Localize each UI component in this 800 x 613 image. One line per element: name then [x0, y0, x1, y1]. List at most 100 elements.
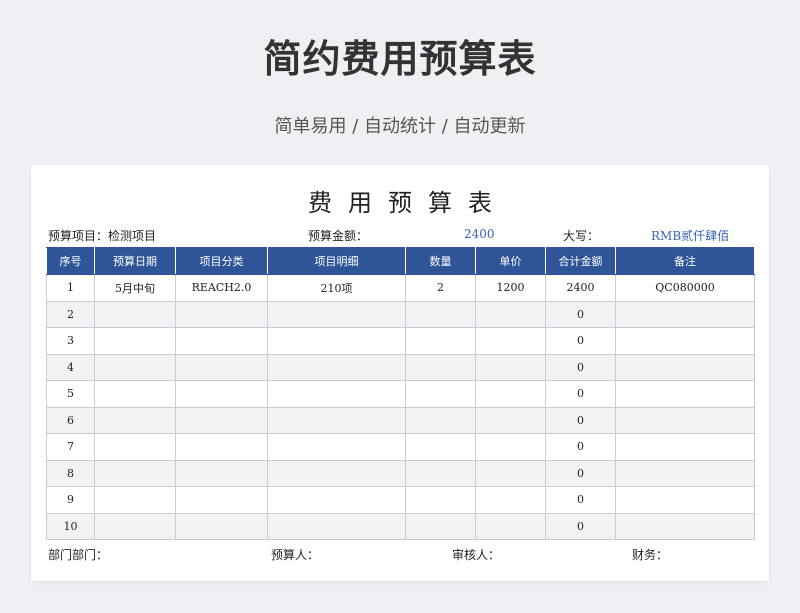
table-cell[interactable] — [175, 512, 268, 540]
table-cell[interactable] — [94, 300, 176, 328]
table-cell[interactable]: 4 — [46, 353, 95, 381]
table-cell[interactable]: 0 — [545, 406, 616, 434]
table-cell[interactable] — [267, 327, 406, 355]
table-cell[interactable] — [94, 406, 176, 434]
table-cell[interactable] — [475, 406, 546, 434]
table-cell[interactable]: 6 — [46, 406, 95, 434]
table-cell[interactable] — [267, 406, 406, 434]
table-cell[interactable]: 0 — [545, 512, 616, 540]
table-body: 1 5月中旬 REACH2.0 210项 2 1200 2400 QC080000 2 0 3 0 4 0… — [46, 274, 755, 540]
table-cell[interactable] — [94, 327, 176, 355]
table-cell[interactable] — [405, 353, 476, 381]
table-cell[interactable]: 1 — [46, 274, 95, 302]
table-cell[interactable] — [267, 300, 406, 328]
table-cell[interactable] — [94, 486, 176, 514]
column-header: 项目分类 — [175, 247, 268, 275]
table-cell[interactable]: 9 — [46, 486, 95, 514]
table-cell[interactable] — [94, 459, 176, 487]
table-cell[interactable] — [405, 406, 476, 434]
table-cell[interactable] — [267, 353, 406, 381]
table-cell[interactable] — [615, 512, 755, 540]
table-cell[interactable]: 5月中旬 — [94, 274, 176, 302]
table-cell[interactable] — [475, 300, 546, 328]
table-row: 1 5月中旬 REACH2.0 210项 2 1200 2400 QC080000 — [46, 274, 755, 302]
table-cell[interactable] — [405, 300, 476, 328]
table-cell[interactable]: 0 — [545, 380, 616, 408]
table-cell[interactable] — [267, 433, 406, 461]
table-cell[interactable] — [175, 353, 268, 381]
table-cell[interactable]: 0 — [545, 327, 616, 355]
table-row: 50 — [46, 380, 755, 408]
table-cell[interactable]: 210项 — [267, 274, 406, 302]
column-header: 预算日期 — [94, 247, 176, 275]
project-label: 预算项目：检测项目 — [48, 229, 157, 243]
table-cell[interactable] — [475, 512, 546, 540]
table-cell[interactable] — [175, 433, 268, 461]
table-cell[interactable] — [267, 459, 406, 487]
table-cell[interactable] — [615, 406, 755, 434]
table-cell[interactable]: 10 — [46, 512, 95, 540]
table-cell[interactable]: 0 — [545, 353, 616, 381]
info-row: 预算项目：检测项目 预算金额： 2400 大写： RMB贰仟肆佰 — [31, 227, 769, 243]
table-cell[interactable] — [475, 459, 546, 487]
table-cell[interactable]: REACH2.0 — [175, 274, 268, 302]
table-cell[interactable] — [267, 380, 406, 408]
budget-table: 序号 预算日期 项目分类 项目明细 数量 单价 合计金额 备注 1 5月中旬 REA… — [46, 247, 755, 540]
table-cell[interactable] — [175, 406, 268, 434]
table-cell[interactable] — [475, 433, 546, 461]
table-cell[interactable] — [405, 380, 476, 408]
table-cell[interactable]: 2400 — [545, 274, 616, 302]
budget-person-label: 预算人： — [271, 548, 320, 562]
table-cell[interactable] — [175, 327, 268, 355]
table-cell[interactable] — [175, 486, 268, 514]
table-cell[interactable]: 7 — [46, 433, 95, 461]
reviewer-label: 审核人： — [452, 548, 501, 562]
table-cell[interactable] — [175, 459, 268, 487]
table-cell[interactable] — [615, 353, 755, 381]
table-cell[interactable]: 2 — [405, 274, 476, 302]
table-row: 80 — [46, 459, 755, 487]
table-cell[interactable] — [615, 300, 755, 328]
table-cell[interactable] — [615, 380, 755, 408]
table-cell[interactable] — [475, 486, 546, 514]
table-cell[interactable] — [175, 300, 268, 328]
table-cell[interactable] — [267, 512, 406, 540]
table-cell[interactable] — [615, 433, 755, 461]
table-cell[interactable]: 2 — [46, 300, 95, 328]
table-cell[interactable] — [405, 512, 476, 540]
table-row: 20 — [46, 300, 755, 328]
table-cell[interactable] — [405, 486, 476, 514]
table-cell[interactable] — [615, 459, 755, 487]
table-cell[interactable] — [94, 512, 176, 540]
table-cell[interactable]: 0 — [545, 459, 616, 487]
amount-label: 预算金额： — [308, 229, 369, 243]
table-cell[interactable] — [175, 380, 268, 408]
table-cell[interactable] — [94, 380, 176, 408]
table-cell[interactable]: 8 — [46, 459, 95, 487]
table-cell[interactable] — [615, 486, 755, 514]
table-cell[interactable] — [267, 486, 406, 514]
table-cell[interactable]: 3 — [46, 327, 95, 355]
capital-label: 大写： — [563, 229, 600, 243]
table-cell[interactable] — [405, 433, 476, 461]
table-header-row: 序号 预算日期 项目分类 项目明细 数量 单价 合计金额 备注 — [46, 247, 755, 275]
table-cell[interactable]: 0 — [545, 486, 616, 514]
table-cell[interactable]: 0 — [545, 433, 616, 461]
column-header: 备注 — [615, 247, 755, 275]
table-cell[interactable]: 0 — [545, 300, 616, 328]
table-cell[interactable] — [475, 380, 546, 408]
column-header: 序号 — [46, 247, 95, 275]
table-cell[interactable] — [475, 327, 546, 355]
table-cell[interactable] — [405, 459, 476, 487]
table-cell[interactable] — [615, 327, 755, 355]
table-cell[interactable] — [94, 433, 176, 461]
table-cell[interactable]: QC080000 — [615, 274, 755, 302]
table-cell[interactable]: 1200 — [475, 274, 546, 302]
table-cell[interactable] — [94, 353, 176, 381]
table-row: 30 — [46, 327, 755, 355]
table-cell[interactable]: 5 — [46, 380, 95, 408]
table-cell[interactable] — [475, 353, 546, 381]
page-title: 简约费用预算表 — [263, 37, 537, 81]
signature-row: 部门部门： 预算人： 审核人： 财务： — [31, 546, 769, 562]
table-cell[interactable] — [405, 327, 476, 355]
